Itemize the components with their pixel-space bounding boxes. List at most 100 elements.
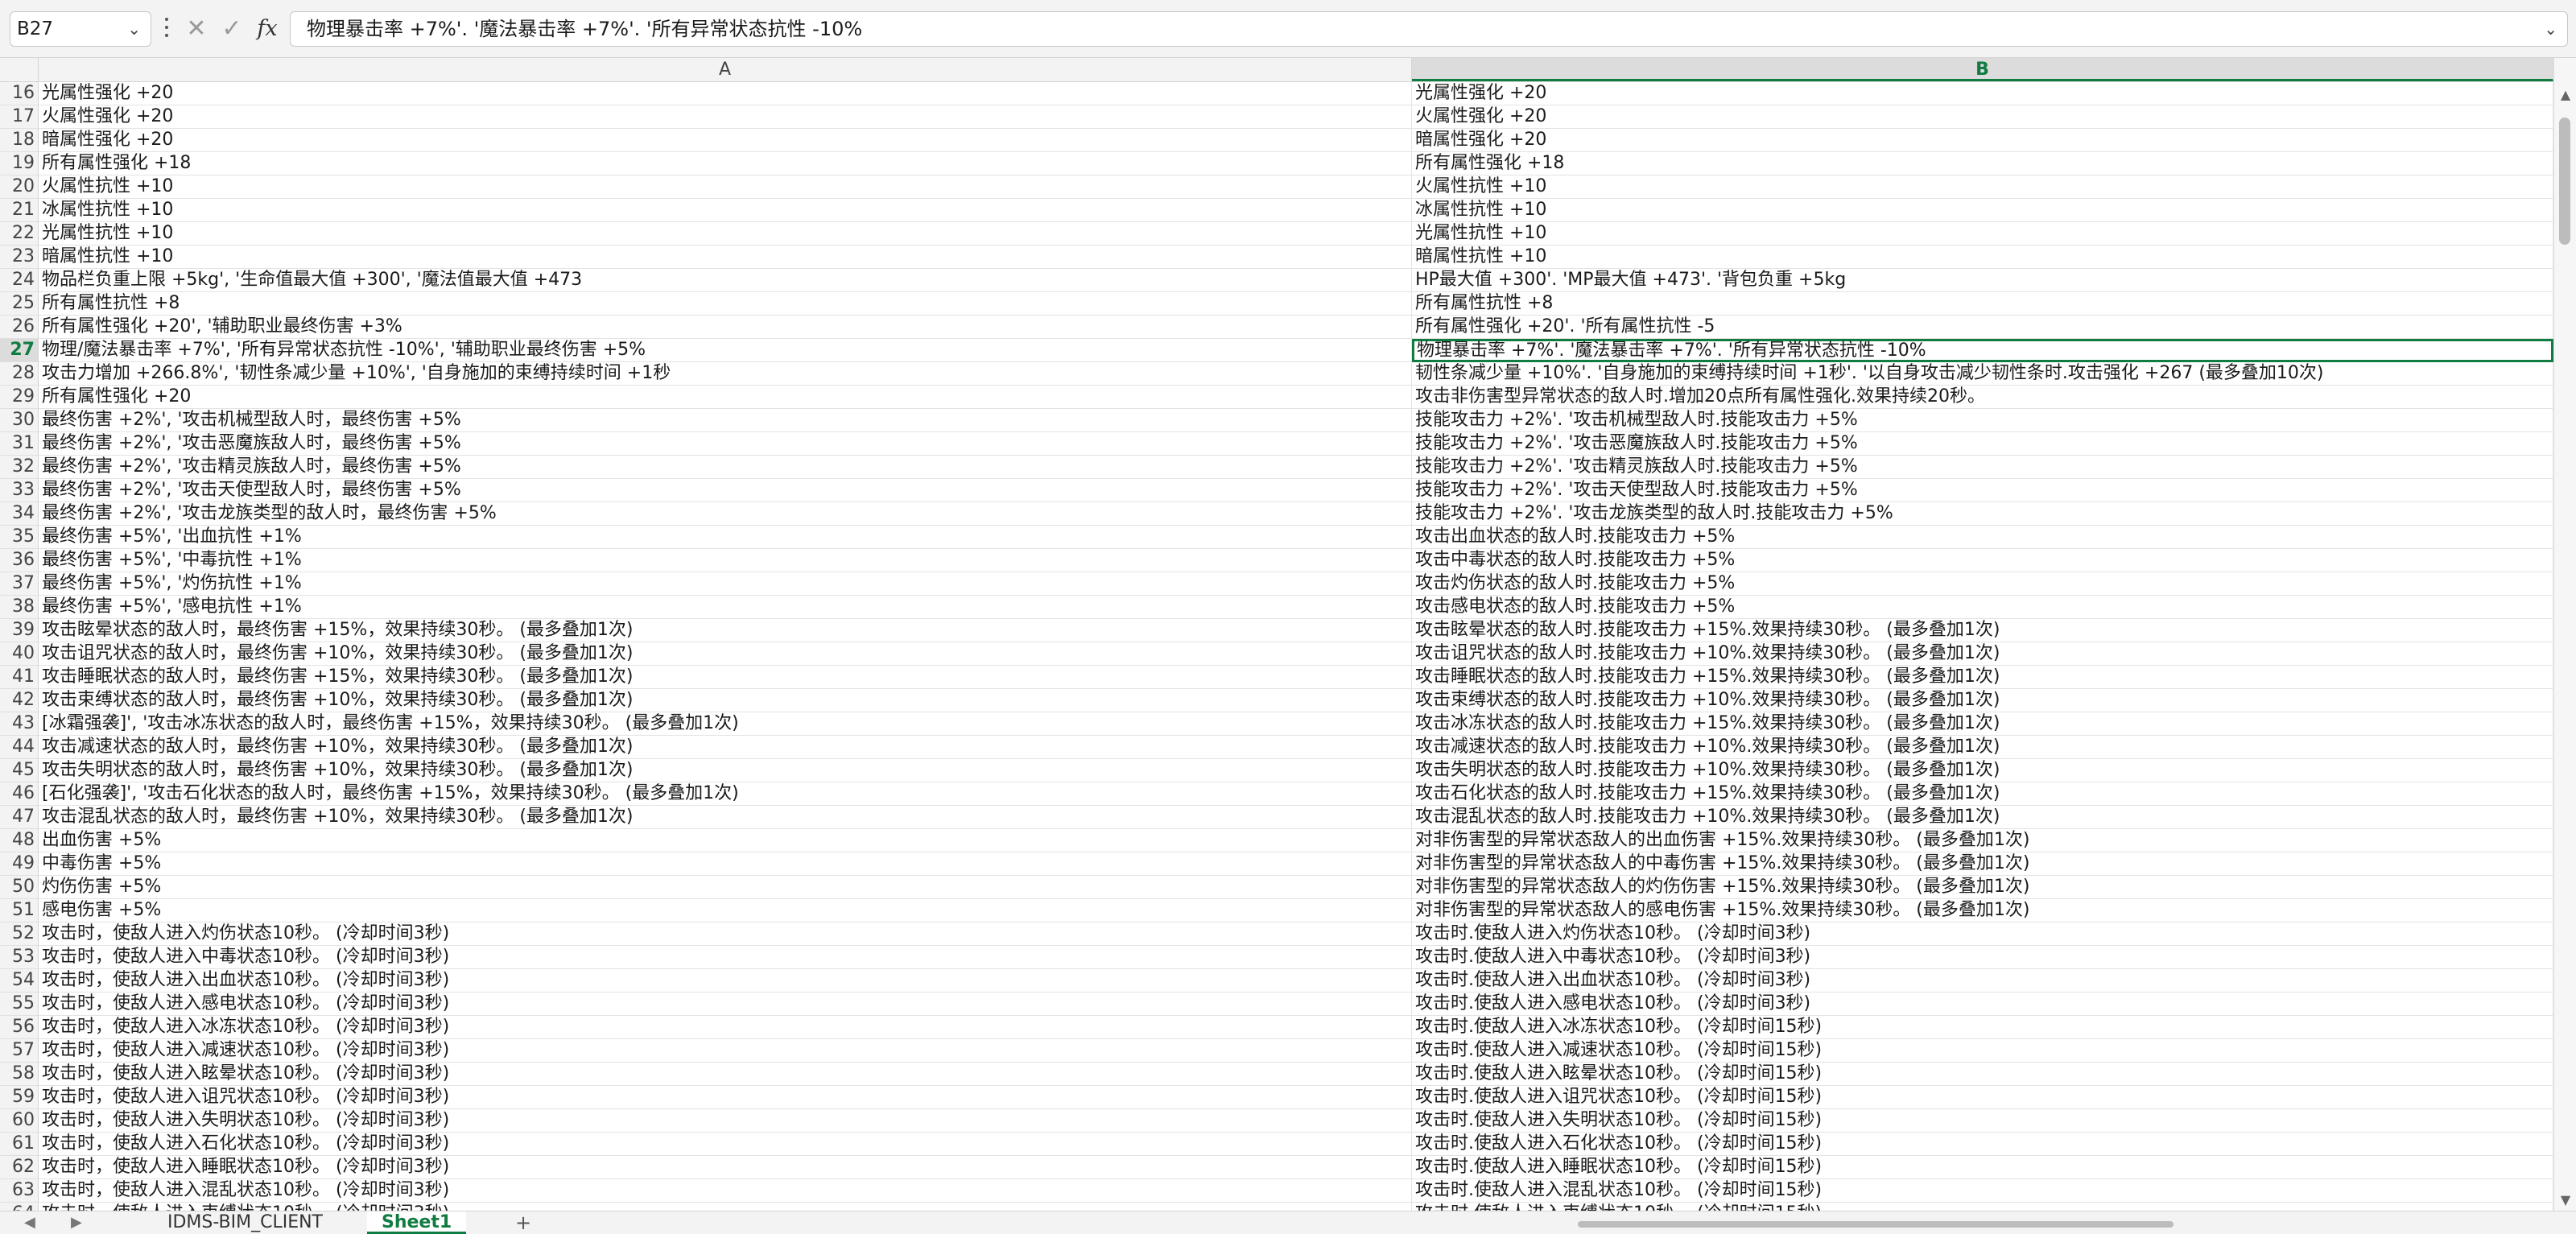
cell-a[interactable]: 所有属性强化 +18 [39, 152, 1412, 175]
row-header[interactable]: 23 [0, 246, 39, 269]
cell-b[interactable]: HP最大值 +300'. 'MP最大值 +473'. '背包负重 +5kg [1412, 269, 2553, 292]
cell-a[interactable]: 攻击时，使敌人进入眩晕状态10秒。 (冷却时间3秒) [39, 1063, 1412, 1086]
row-header[interactable]: 54 [0, 969, 39, 993]
cell-b[interactable]: 攻击时.使敌人进入减速状态10秒。 (冷却时间15秒) [1412, 1039, 2553, 1063]
cell-a[interactable]: 攻击时，使敌人进入中毒状态10秒。 (冷却时间3秒) [39, 946, 1412, 969]
cell-a[interactable]: [冰霜强袭]', '攻击冰冻状态的敌人时，最终伤害 +15%，效果持续30秒。 … [39, 712, 1412, 736]
tab-sheet1[interactable]: Sheet1 [367, 1211, 467, 1234]
row-header[interactable]: 63 [0, 1179, 39, 1203]
cell-a[interactable]: 攻击时，使敌人进入失明状态10秒。 (冷却时间3秒) [39, 1109, 1412, 1133]
cell-b[interactable]: 对非伤害型的异常状态敌人的感电伤害 +15%.效果持续30秒。 (最多叠加1次) [1412, 899, 2553, 922]
row-header[interactable]: 47 [0, 806, 39, 829]
row-header[interactable]: 35 [0, 526, 39, 549]
cell-b[interactable]: 攻击时.使敌人进入诅咒状态10秒。 (冷却时间15秒) [1412, 1086, 2553, 1109]
cell-a[interactable]: 光属性强化 +20 [39, 82, 1412, 105]
cell-b[interactable]: 所有属性强化 +18 [1412, 152, 2553, 175]
scroll-down-icon[interactable]: ▼ [2554, 1192, 2576, 1207]
row-header[interactable]: 59 [0, 1086, 39, 1109]
cell-b[interactable]: 攻击时.使敌人进入中毒状态10秒。 (冷却时间3秒) [1412, 946, 2553, 969]
cell-a[interactable]: 攻击时，使敌人进入束缚状态10秒。 (冷却时间3秒) [39, 1203, 1412, 1211]
cell-b[interactable]: 光属性强化 +20 [1412, 82, 2553, 105]
cell-a[interactable]: 出血伤害 +5% [39, 829, 1412, 852]
cell-a[interactable]: 攻击减速状态的敌人时，最终伤害 +10%，效果持续30秒。 (最多叠加1次) [39, 736, 1412, 759]
scroll-up-icon[interactable]: ▲ [2554, 87, 2576, 102]
cell-a[interactable]: 最终伤害 +2%', '攻击天使型敌人时，最终伤害 +5% [39, 479, 1412, 502]
row-header[interactable]: 18 [0, 129, 39, 152]
row-header[interactable]: 29 [0, 386, 39, 409]
cell-b[interactable]: 冰属性抗性 +10 [1412, 199, 2553, 222]
cell-b[interactable]: 所有属性强化 +20'. '所有属性抗性 -5 [1412, 316, 2553, 339]
cell-a[interactable]: 暗属性强化 +20 [39, 129, 1412, 152]
row-header[interactable]: 40 [0, 642, 39, 666]
row-header[interactable]: 33 [0, 479, 39, 502]
name-box[interactable]: B27 ⌄ [10, 11, 151, 47]
row-header[interactable]: 30 [0, 409, 39, 432]
cell-a[interactable]: 攻击睡眠状态的敌人时，最终伤害 +15%，效果持续30秒。 (最多叠加1次) [39, 666, 1412, 689]
cell-a[interactable]: 攻击时，使敌人进入灼伤状态10秒。 (冷却时间3秒) [39, 922, 1412, 946]
cell-b[interactable]: 攻击诅咒状态的敌人时.技能攻击力 +10%.效果持续30秒。 (最多叠加1次) [1412, 642, 2553, 666]
cell-a[interactable]: 攻击束缚状态的敌人时，最终伤害 +10%，效果持续30秒。 (最多叠加1次) [39, 689, 1412, 712]
more-options-icon[interactable] [161, 13, 172, 45]
cell-a[interactable]: 光属性抗性 +10 [39, 222, 1412, 246]
cell-a[interactable]: 最终伤害 +2%', '攻击龙族类型的敌人时，最终伤害 +5% [39, 502, 1412, 526]
cell-b[interactable]: 攻击时.使敌人进入灼伤状态10秒。 (冷却时间3秒) [1412, 922, 2553, 946]
cell-b[interactable]: 攻击石化状态的敌人时.技能攻击力 +15%.效果持续30秒。 (最多叠加1次) [1412, 782, 2553, 806]
cell-a[interactable]: 攻击眩晕状态的敌人时，最终伤害 +15%，效果持续30秒。 (最多叠加1次) [39, 619, 1412, 642]
cell-b[interactable]: 攻击时.使敌人进入冰冻状态10秒。 (冷却时间15秒) [1412, 1016, 2553, 1039]
cell-a[interactable]: 物理/魔法暴击率 +7%', '所有异常状态抗性 -10%', '辅助职业最终伤… [39, 339, 1412, 362]
cell-a[interactable]: 攻击失明状态的敌人时，最终伤害 +10%，效果持续30秒。 (最多叠加1次) [39, 759, 1412, 782]
cell-b[interactable]: 暗属性强化 +20 [1412, 129, 2553, 152]
cell-a[interactable]: 冰属性抗性 +10 [39, 199, 1412, 222]
row-header[interactable]: 17 [0, 105, 39, 129]
row-header[interactable]: 62 [0, 1156, 39, 1179]
next-sheet-icon[interactable]: ▶ [71, 1211, 82, 1234]
cell-b[interactable]: 攻击减速状态的敌人时.技能攻击力 +10%.效果持续30秒。 (最多叠加1次) [1412, 736, 2553, 759]
row-header[interactable]: 28 [0, 362, 39, 386]
cell-a[interactable]: 最终伤害 +5%', '感电抗性 +1% [39, 596, 1412, 619]
row-header[interactable]: 20 [0, 175, 39, 199]
cell-a[interactable]: 中毒伤害 +5% [39, 852, 1412, 876]
row-header[interactable]: 50 [0, 876, 39, 899]
row-header[interactable]: 55 [0, 993, 39, 1016]
row-header[interactable]: 34 [0, 502, 39, 526]
cell-b[interactable]: 技能攻击力 +2%'. '攻击机械型敌人时.技能攻击力 +5% [1412, 409, 2553, 432]
cell-b[interactable]: 韧性条减少量 +10%'. '自身施加的束缚持续时间 +1秒'. '以自身攻击减… [1412, 362, 2553, 386]
insert-function-icon[interactable]: fx [251, 11, 283, 47]
cell-b[interactable]: 攻击时.使敌人进入睡眠状态10秒。 (冷却时间15秒) [1412, 1156, 2553, 1179]
horizontal-scroll-thumb[interactable] [1578, 1221, 2174, 1228]
cell-a[interactable]: 攻击时，使敌人进入石化状态10秒。 (冷却时间3秒) [39, 1133, 1412, 1156]
cell-b[interactable]: 攻击时.使敌人进入眩晕状态10秒。 (冷却时间15秒) [1412, 1063, 2553, 1086]
cell-a[interactable]: 物品栏负重上限 +5kg', '生命值最大值 +300', '魔法值最大值 +4… [39, 269, 1412, 292]
cell-a[interactable]: 火属性强化 +20 [39, 105, 1412, 129]
cell-a[interactable]: 攻击时，使敌人进入减速状态10秒。 (冷却时间3秒) [39, 1039, 1412, 1063]
cell-a[interactable]: 最终伤害 +2%', '攻击恶魔族敌人时，最终伤害 +5% [39, 432, 1412, 456]
cell-a[interactable]: 所有属性抗性 +8 [39, 292, 1412, 316]
cell-b[interactable]: 攻击时.使敌人进入石化状态10秒。 (冷却时间15秒) [1412, 1133, 2553, 1156]
vertical-scrollbar[interactable]: ▲ ▼ [2553, 58, 2576, 1211]
cell-b[interactable]: 技能攻击力 +2%'. '攻击龙族类型的敌人时.技能攻击力 +5% [1412, 502, 2553, 526]
row-header[interactable]: 58 [0, 1063, 39, 1086]
cell-a[interactable]: 攻击时，使敌人进入混乱状态10秒。 (冷却时间3秒) [39, 1179, 1412, 1203]
row-header[interactable]: 24 [0, 269, 39, 292]
row-header[interactable]: 37 [0, 572, 39, 596]
row-header[interactable]: 16 [0, 82, 39, 105]
chevron-down-icon[interactable]: ⌄ [127, 12, 141, 46]
cell-b[interactable]: 攻击时.使敌人进入混乱状态10秒。 (冷却时间15秒) [1412, 1179, 2553, 1203]
cell-b[interactable]: 攻击时.使敌人进入出血状态10秒。 (冷却时间3秒) [1412, 969, 2553, 993]
row-header[interactable]: 44 [0, 736, 39, 759]
cell-a[interactable]: 攻击时，使敌人进入诅咒状态10秒。 (冷却时间3秒) [39, 1086, 1412, 1109]
cell-a[interactable]: 攻击时，使敌人进入感电状态10秒。 (冷却时间3秒) [39, 993, 1412, 1016]
row-header[interactable]: 36 [0, 549, 39, 572]
cell-b[interactable]: 对非伤害型的异常状态敌人的中毒伤害 +15%.效果持续30秒。 (最多叠加1次) [1412, 852, 2553, 876]
row-header[interactable]: 31 [0, 432, 39, 456]
row-header[interactable]: 60 [0, 1109, 39, 1133]
cell-b[interactable]: 暗属性抗性 +10 [1412, 246, 2553, 269]
row-header[interactable]: 32 [0, 456, 39, 479]
row-header[interactable]: 39 [0, 619, 39, 642]
scroll-thumb[interactable] [2559, 118, 2570, 245]
row-header[interactable]: 22 [0, 222, 39, 246]
row-header[interactable]: 27 [0, 339, 39, 362]
cell-a[interactable]: 火属性抗性 +10 [39, 175, 1412, 199]
cell-a[interactable]: [石化强袭]', '攻击石化状态的敌人时，最终伤害 +15%，效果持续30秒。 … [39, 782, 1412, 806]
row-header[interactable]: 41 [0, 666, 39, 689]
